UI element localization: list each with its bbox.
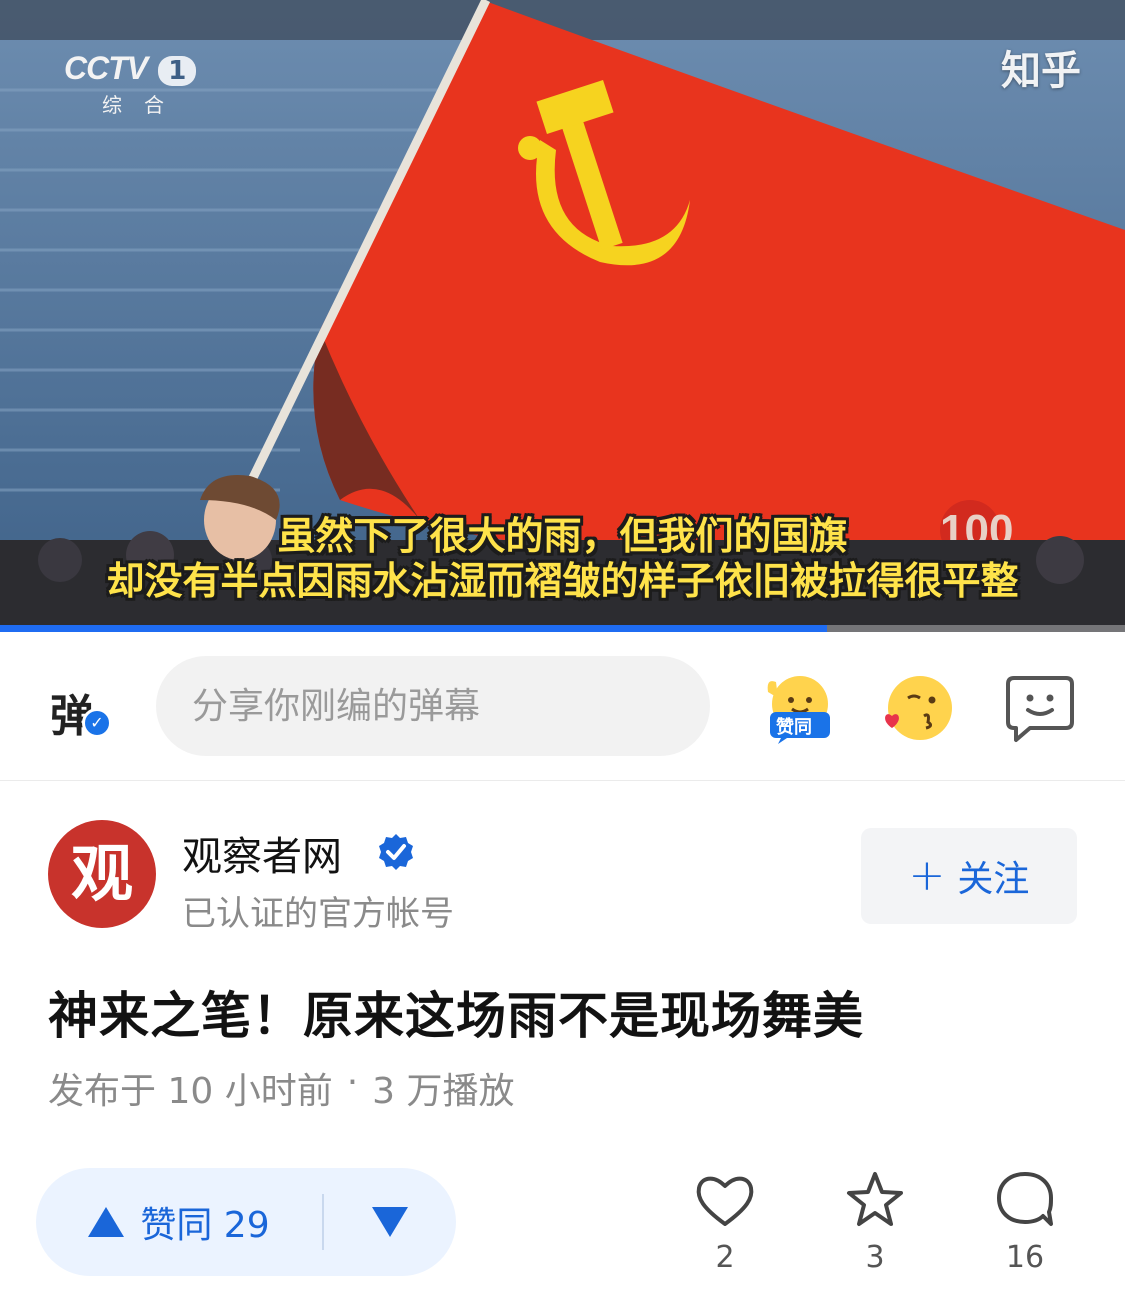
triangle-up-icon (88, 1207, 125, 1237)
author-section: 观 观察者网 已认证的官方帐号 + 关注 (0, 780, 1125, 950)
author-description: 已认证的官方帐号 (182, 894, 454, 934)
follow-button[interactable]: + 关注 (861, 828, 1077, 924)
disagree-button[interactable] (324, 1168, 456, 1276)
kiss-emoji-button[interactable] (882, 672, 954, 744)
smiley-bubble-icon (1006, 676, 1074, 742)
plus-icon: + (908, 850, 946, 901)
subtitle-line-1: 虽然下了很大的雨，但我们的国旗 (277, 514, 848, 558)
video-progress-fill (0, 625, 827, 632)
avatar[interactable]: 观 (48, 820, 156, 928)
danmaku-toggle[interactable]: 弹 ✓ (50, 680, 114, 742)
danmaku-bar: 弹 ✓ 赞同 (0, 632, 1125, 781)
zhihu-watermark: 知乎 (1001, 48, 1081, 94)
comment-count: 16 (1005, 1240, 1045, 1275)
post-title: 神来之笔！原来这场雨不是现场舞美 (48, 987, 864, 1045)
favorite-button[interactable]: 3 (820, 1168, 930, 1275)
kiss-emoji-icon (885, 676, 952, 740)
verified-badge-icon (379, 834, 413, 870)
cctv-logo-text: CCTV (64, 50, 148, 86)
author-name[interactable]: 观察者网 (182, 824, 342, 882)
channel-logo: CCTV 1 综合 (64, 50, 197, 118)
smiley-bubble-button[interactable] (1004, 672, 1076, 744)
comment-bubble-icon (997, 1172, 1053, 1226)
star-icon (847, 1172, 903, 1226)
publish-time: 发布于 10 小时前 (48, 1071, 333, 1112)
like-count: 2 (715, 1240, 735, 1275)
video-player[interactable]: 100 CCTV 1 综合 知乎 虽然下了很大的雨，但我们的国旗 却没有半点因雨… (0, 0, 1125, 632)
heart-icon (696, 1176, 754, 1226)
channel-sub: 综合 (102, 93, 186, 117)
play-count: 3 万播放 (372, 1071, 515, 1112)
danmaku-input[interactable] (156, 656, 710, 756)
agree-emoji-label: 赞同 (776, 717, 812, 738)
agree-button[interactable]: 赞同 29 (36, 1168, 322, 1276)
post-meta: 发布于 10 小时前 · 3 万播放 (48, 1062, 515, 1114)
video-progress-bar[interactable] (0, 625, 1125, 632)
agree-label: 赞同 29 (140, 1205, 270, 1246)
triangle-down-icon (372, 1207, 408, 1237)
channel-number: 1 (158, 56, 197, 86)
meta-separator: · (346, 1062, 359, 1103)
like-button[interactable]: 2 (670, 1168, 780, 1275)
comment-button[interactable]: 16 (970, 1168, 1080, 1275)
check-icon: ✓ (82, 708, 112, 738)
subtitle-line-2: 却没有半点因雨水沾湿而褶皱的样子依旧被拉得很平整 (106, 559, 1019, 603)
vote-pill: 赞同 29 (36, 1168, 456, 1276)
follow-label: 关注 (957, 859, 1030, 900)
agree-emoji-button[interactable]: 赞同 (764, 672, 836, 744)
favorite-count: 3 (865, 1240, 885, 1275)
